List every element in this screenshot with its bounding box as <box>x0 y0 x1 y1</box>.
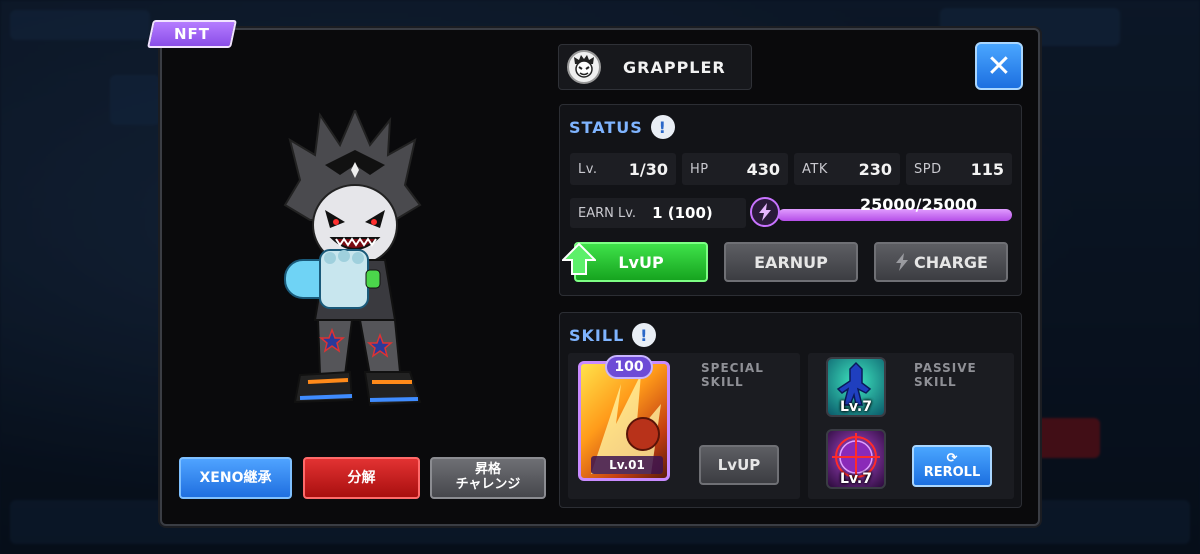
level-stat: Lv. 1/30 <box>570 153 676 185</box>
passive-skill-1-level: Lv.7 <box>840 399 872 415</box>
passive-skill-1[interactable]: Lv.7 <box>826 357 886 417</box>
nft-badge: NFT <box>147 20 237 48</box>
grappler-face-icon <box>567 50 601 84</box>
lvup-label: LvUP <box>618 252 664 272</box>
skill-panel: SKILL ! 100 Lv.01 SPECIAL SKILL LvUP Lv.… <box>559 312 1022 508</box>
reroll-button[interactable]: ⟳ REROLL <box>912 445 992 487</box>
skill-card-badge: 100 <box>605 355 653 379</box>
status-title-row: STATUS ! <box>569 115 675 139</box>
earnup-button[interactable]: EARNUP <box>724 242 858 282</box>
promotion-label-line1: 昇格 <box>474 462 501 478</box>
passive-skill-label-line2: SKILL <box>914 375 957 390</box>
spd-label: SPD <box>914 161 942 177</box>
hp-stat: HP 430 <box>682 153 788 185</box>
disassemble-label: 分解 <box>347 469 376 486</box>
reroll-label: REROLL <box>923 465 981 480</box>
passive-skill-2-level: Lv.7 <box>840 471 872 487</box>
spd-value: 115 <box>970 159 1004 179</box>
hp-label: HP <box>690 161 709 177</box>
close-icon: ✕ <box>986 48 1012 84</box>
skill-info-icon[interactable]: ! <box>632 323 657 347</box>
up-arrow-icon <box>562 242 596 275</box>
special-skill-lvup-label: LvUP <box>717 456 761 474</box>
status-panel: STATUS ! Lv. 1/30 HP 430 ATK 230 SPD 115… <box>559 104 1022 296</box>
status-title: STATUS <box>569 117 643 137</box>
skill-title-row: SKILL ! <box>569 323 657 347</box>
hp-value: 430 <box>746 159 780 179</box>
skill-title: SKILL <box>569 325 625 345</box>
special-skill-card[interactable]: Lv.01 <box>578 361 670 481</box>
special-skill-label-line2: SKILL <box>701 375 744 390</box>
lvup-button[interactable]: LvUP <box>562 242 708 282</box>
spd-stat: SPD 115 <box>906 153 1012 185</box>
bolt-icon <box>750 197 780 227</box>
atk-stat: ATK 230 <box>794 153 900 185</box>
level-label: Lv. <box>578 161 598 177</box>
character-illustration <box>270 107 440 420</box>
disassemble-button[interactable]: 分解 <box>303 457 420 499</box>
charge-label: CHARGE <box>914 252 988 272</box>
special-skill-lvup-button[interactable]: LvUP <box>699 445 779 485</box>
earn-level-stat: EARN Lv. 1 (100) <box>570 198 746 228</box>
skill-card-level: Lv.01 <box>591 456 663 474</box>
promotion-label-line2: チャレンジ <box>455 477 521 492</box>
passive-skill-label-line1: PASSIVE <box>914 361 977 375</box>
passive-skill-2[interactable]: Lv.7 <box>826 429 886 489</box>
atk-label: ATK <box>802 161 828 177</box>
xeno-inherit-label: XENO継承 <box>199 469 272 486</box>
passive-skill-label: PASSIVE SKILL <box>914 361 977 390</box>
charge-bolt-icon <box>896 253 909 271</box>
earn-level-label: EARN Lv. <box>578 205 637 221</box>
special-skill-box: 100 Lv.01 SPECIAL SKILL LvUP <box>568 353 800 499</box>
earnup-label: EARNUP <box>754 252 828 272</box>
stamina-value: 25000/25000 <box>860 195 978 214</box>
class-name: GRAPPLER <box>623 57 726 77</box>
class-header: GRAPPLER <box>558 44 752 90</box>
xeno-inherit-button[interactable]: XENO継承 <box>179 457 292 499</box>
passive-skill-box: Lv.7 Lv.7 PASSIVE SKILL ⟳ REROLL <box>808 353 1014 499</box>
atk-value: 230 <box>858 159 892 179</box>
status-info-icon[interactable]: ! <box>650 115 675 139</box>
level-value: 1/30 <box>628 159 668 179</box>
charge-button[interactable]: CHARGE <box>874 242 1008 282</box>
promotion-challenge-button[interactable]: 昇格 チャレンジ <box>430 457 546 499</box>
earn-level-value: 1 (100) <box>652 204 713 222</box>
refresh-icon: ⟳ <box>946 450 958 466</box>
close-button[interactable]: ✕ <box>975 42 1023 90</box>
nft-label: NFT <box>173 25 211 43</box>
special-skill-label: SPECIAL SKILL <box>701 361 764 390</box>
special-skill-label-line1: SPECIAL <box>701 361 764 375</box>
